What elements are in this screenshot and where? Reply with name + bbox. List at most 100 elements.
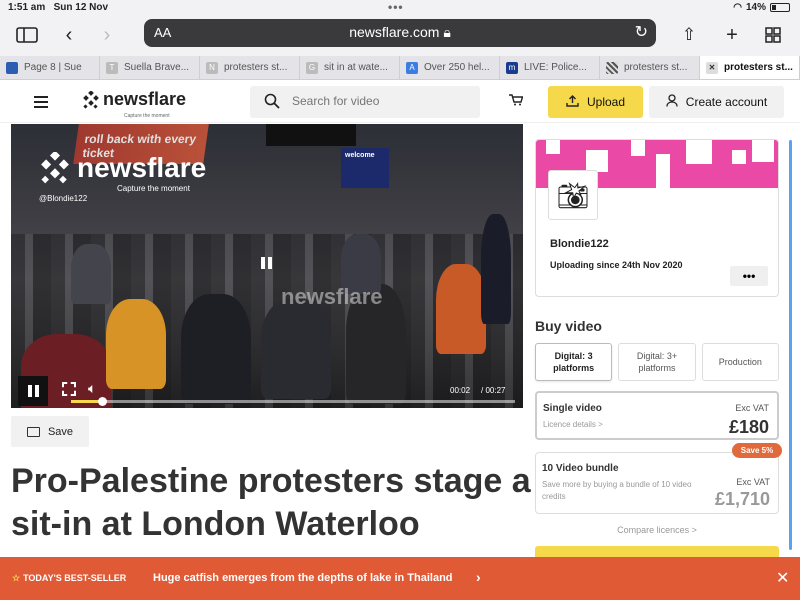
scene-figure	[71, 244, 111, 304]
share-icon[interactable]: ⇧	[676, 22, 702, 48]
browser-tab[interactable]: protesters st...	[600, 56, 700, 79]
tab-overview-icon[interactable]	[760, 22, 786, 48]
favicon-icon: N	[206, 61, 218, 74]
volume-icon[interactable]: 🔈︎	[88, 380, 96, 397]
favicon-icon	[6, 61, 18, 74]
favicon-icon: T	[106, 61, 118, 74]
browser-toolbar: ‹ › AA newsflare.com 🔒︎ ↻ ⇧ +	[0, 16, 800, 56]
tab-production[interactable]: Production	[701, 343, 779, 381]
option-description: Save more by buying a bundle of 10 video…	[542, 480, 692, 501]
search-box[interactable]	[250, 86, 480, 118]
battery-percent: 14%	[745, 2, 766, 13]
back-icon[interactable]: ‹	[56, 22, 82, 48]
favicon-icon	[606, 61, 618, 74]
save-badge: Save 5%	[732, 443, 782, 458]
reload-icon[interactable]: ↻	[635, 22, 648, 42]
search-input[interactable]	[292, 94, 472, 108]
current-time: 00:02	[450, 386, 471, 395]
wifi-icon: ◠	[733, 2, 742, 13]
price: £180	[728, 417, 769, 437]
search-icon	[264, 93, 280, 113]
new-tab-icon[interactable]: +	[719, 22, 745, 48]
departure-board	[266, 124, 356, 146]
multitask-dots-icon[interactable]: •••	[388, 0, 404, 14]
folder-icon	[26, 426, 40, 437]
video-credit: @Blondie122	[39, 194, 88, 203]
newsflare-logo-icon	[83, 90, 99, 109]
browser-tab[interactable]: Page 8 | Sue	[0, 56, 100, 79]
browser-tab[interactable]: T Suella Brave...	[100, 56, 200, 79]
scrollbar[interactable]	[789, 140, 792, 550]
url-text: newsflare.com 🔒︎	[349, 24, 451, 40]
favicon-icon: m	[506, 61, 518, 74]
chevron-right-icon[interactable]: ›	[476, 569, 481, 585]
single-video-option[interactable]: Single video Licence details > Exc VAT £…	[535, 391, 779, 440]
browser-tab[interactable]: Nprotesters st...	[200, 56, 300, 79]
uploader-since: Uploading since 24th Nov 2020	[550, 260, 683, 270]
best-seller-label: ☆ TODAY'S BEST-SELLER	[12, 573, 127, 583]
browser-tab[interactable]: m LIVE: Police...	[500, 56, 600, 79]
option-title: 10 Video bundle	[542, 463, 619, 474]
buy-video-title: Buy video	[535, 318, 602, 334]
status-bar: 1:51 am Sun 12 Nov ••• ◠ 14%	[0, 0, 800, 16]
close-icon[interactable]: ✕	[776, 568, 789, 588]
bundle-option[interactable]: 10 Video bundle Save more by buying a bu…	[535, 452, 779, 514]
scene-figure	[481, 214, 511, 324]
compare-licences-link[interactable]: Compare licences >	[535, 525, 779, 535]
scene-figure	[436, 264, 486, 354]
lock-icon: 🔒︎	[443, 24, 451, 40]
address-bar[interactable]: AA newsflare.com 🔒︎ ↻	[144, 19, 656, 47]
scene-figure	[181, 294, 251, 404]
best-seller-banner[interactable]: ☆ TODAY'S BEST-SELLER Huge catfish emerge…	[0, 557, 800, 600]
browser-tab-active[interactable]: ✕ protesters st...	[700, 56, 800, 79]
forward-icon[interactable]: ›	[94, 22, 120, 48]
uploader-name[interactable]: Blondie122	[550, 238, 609, 250]
best-seller-link[interactable]: Huge catfish emerges from the depths of …	[153, 572, 453, 584]
video-watermark: newsflare	[281, 284, 383, 309]
tab-digital-3-platforms[interactable]: Digital: 3 platforms	[535, 343, 613, 381]
price: £1,710	[714, 489, 770, 509]
upload-icon	[566, 94, 579, 110]
browser-tab[interactable]: A Over 250 hel...	[400, 56, 500, 79]
vat-label: Exc VAT	[736, 477, 770, 487]
close-tab-icon[interactable]: ✕	[706, 61, 718, 74]
video-player[interactable]: roll back with every ticket welcome news…	[11, 124, 523, 408]
video-progress-bar[interactable]	[71, 397, 515, 406]
fullscreen-icon[interactable]	[62, 382, 76, 396]
sidebar-toggle-icon[interactable]	[14, 22, 40, 48]
battery-icon	[770, 3, 790, 12]
more-options-button[interactable]: •••	[730, 266, 768, 286]
site-header: newsflare Capture the moment Upload Crea…	[0, 81, 800, 123]
star-icon: ☆	[12, 573, 21, 583]
welcome-sign: welcome	[341, 148, 389, 188]
menu-icon[interactable]	[34, 96, 48, 108]
browser-tabs: Page 8 | Sue T Suella Brave... Nprotester…	[0, 56, 800, 80]
tab-digital-3plus-platforms[interactable]: Digital: 3+ platforms	[618, 343, 696, 381]
licence-details-link[interactable]: Licence details >	[543, 419, 703, 431]
favicon-icon: A	[406, 61, 418, 74]
pause-button[interactable]	[18, 376, 48, 406]
vat-label: Exc VAT	[735, 403, 769, 413]
scene-figure	[106, 299, 166, 389]
status-time: 1:51 am Sun 12 Nov	[8, 2, 109, 13]
status-indicators: ◠ 14%	[733, 2, 790, 13]
licence-tabs: Digital: 3 platforms Digital: 3+ platfor…	[535, 343, 779, 381]
camera-flash-icon[interactable]: 📸︎	[548, 170, 598, 220]
uploader-card: 📸︎ Blondie122 Uploading since 24th Nov 2…	[535, 139, 779, 297]
browser-tab[interactable]: Gsit in at wate...	[300, 56, 400, 79]
site-logo[interactable]: newsflare Capture the moment	[82, 89, 186, 119]
user-icon	[666, 94, 678, 110]
scene-figure	[261, 299, 331, 399]
center-pause-icon[interactable]	[261, 256, 275, 270]
upload-button[interactable]: Upload	[548, 86, 643, 118]
cart-icon[interactable]	[509, 93, 524, 109]
video-overlay-logo: newsflare Capture the moment	[39, 152, 206, 193]
newsflare-logo-icon	[41, 152, 69, 184]
page-title: Pro-Palestine protesters stage a sit-in …	[11, 462, 531, 543]
create-account-button[interactable]: Create account	[649, 86, 784, 118]
favicon-icon: G	[306, 61, 318, 74]
duration: / 00:27	[481, 386, 506, 395]
option-title: Single video	[543, 403, 602, 414]
progress-handle[interactable]	[98, 397, 108, 406]
save-button[interactable]: Save	[11, 416, 89, 447]
